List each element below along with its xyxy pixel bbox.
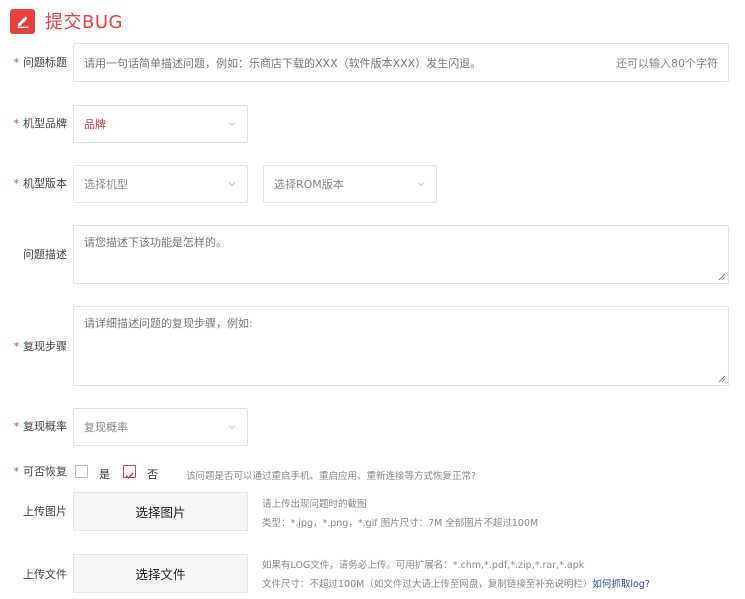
choose-image-button[interactable]: 选择图片 (73, 492, 248, 531)
steps-textarea[interactable]: 请详细描述问题的复现步骤，例如: (73, 306, 729, 386)
recoverable-no-label: 否 (147, 468, 158, 481)
page-header: 提交BUG (10, 8, 123, 34)
brand-value: 品牌 (84, 118, 106, 131)
recoverable-hint: 该问题是否可以通过重启手机、重启应用、重新连接等方式恢复正常? (186, 471, 477, 482)
chevron-down-icon (228, 182, 236, 187)
brand-label: * 机型品牌 (13, 117, 68, 130)
choose-file-button[interactable]: 选择文件 (73, 554, 248, 593)
steps-label: * 复现步骤 (13, 340, 68, 353)
title-input[interactable]: 请用一句话简单描述问题，例如：乐商店下载的XXX（软件版本XXX）发生闪退。 还… (73, 43, 729, 82)
recoverable-yes-checkbox[interactable] (75, 465, 88, 478)
model-select[interactable]: 选择机型 (73, 165, 248, 203)
chevron-down-icon (228, 122, 236, 127)
probability-label: * 复现概率 (13, 420, 68, 433)
upload-file-hint: 如果有LOG文件，请务必上传。可用扩展名：*.chm,*.pdf,*.zip,*… (262, 560, 585, 571)
resize-handle-icon[interactable] (718, 375, 726, 383)
chevron-down-icon (228, 425, 236, 430)
page-title: 提交BUG (45, 12, 123, 33)
rom-select[interactable]: 选择ROM版本 (263, 165, 437, 203)
model-placeholder: 选择机型 (84, 178, 128, 191)
recoverable-label: * 可否恢复 (13, 465, 68, 478)
resize-handle-icon[interactable] (718, 273, 726, 281)
description-label: 问题描述 (23, 248, 67, 261)
chevron-down-icon (417, 182, 425, 187)
version-label: * 机型版本 (13, 177, 68, 190)
title-placeholder: 请用一句话简单描述问题，例如：乐商店下载的XXX（软件版本XXX）发生闪退。 (84, 56, 482, 70)
brand-select[interactable]: 品牌 (73, 105, 248, 143)
checkmark-icon (125, 472, 134, 480)
how-to-capture-log-link[interactable]: 如何抓取log? (592, 579, 650, 590)
rom-placeholder: 选择ROM版本 (274, 178, 344, 191)
char-counter: 还可以输入80个字符 (616, 56, 718, 70)
upload-file-size: 文件尺寸：不超过100M（如文件过大请上传至网盘，复制链接至补充说明栏）如何抓取… (262, 579, 650, 590)
upload-image-hint: 请上传出现问题时的截图 (262, 499, 367, 510)
description-textarea[interactable]: 请您描述下该功能是怎样的。 (73, 225, 729, 284)
recoverable-no-checkbox[interactable] (123, 465, 136, 480)
upload-file-label: 上传文件 (23, 568, 67, 581)
edit-pencil-icon (10, 8, 35, 34)
probability-select[interactable]: 复现概率 (73, 408, 248, 446)
title-label: * 问题标题 (13, 56, 68, 69)
upload-image-types: 类型：*.jpg，*.png，*.gif 图片尺寸：7M 全部图片不超过100M (262, 518, 539, 529)
steps-placeholder: 请详细描述问题的复现步骤，例如: (84, 317, 253, 330)
upload-image-label: 上传图片 (23, 505, 67, 518)
description-placeholder: 请您描述下该功能是怎样的。 (84, 236, 227, 249)
probability-placeholder: 复现概率 (84, 421, 128, 434)
recoverable-yes-label: 是 (99, 468, 110, 481)
